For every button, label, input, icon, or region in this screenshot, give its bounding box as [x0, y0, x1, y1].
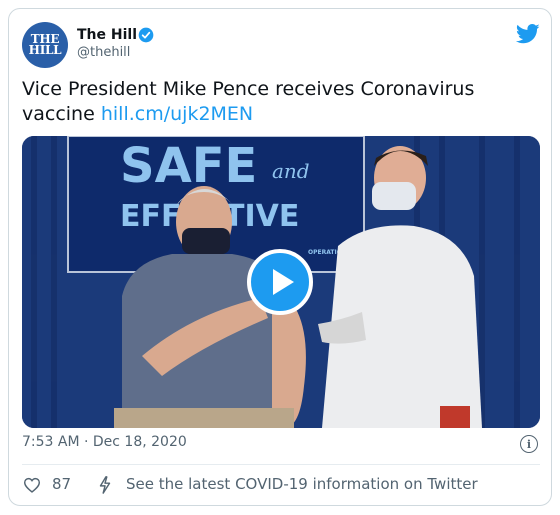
sign-text-and: and — [272, 159, 310, 183]
tweet-link[interactable]: hill.cm/ujk2MEN — [101, 103, 253, 125]
tweet-text: Vice President Mike Pence receives Coron… — [22, 77, 532, 127]
tweet-timestamp[interactable]: 7:53 AM · Dec 18, 2020 — [22, 434, 187, 450]
tweet-card[interactable]: THE HILL The Hill @thehill Vice Presiden… — [8, 8, 552, 506]
like-count[interactable]: 87 — [52, 475, 71, 493]
nurse-mask — [372, 182, 416, 210]
play-button[interactable] — [247, 249, 313, 315]
lightning-icon — [99, 476, 111, 494]
video-player[interactable]: SAFE and EFFECTIVE OPERATION WARP SPEED — [22, 136, 540, 428]
twitter-bird-icon[interactable] — [516, 24, 540, 44]
divider — [22, 464, 540, 465]
avatar-text-bottom: HILL — [28, 43, 62, 57]
account-handle[interactable]: @thehill — [77, 45, 130, 60]
verified-badge-icon — [138, 27, 154, 43]
patient-mask — [182, 228, 230, 254]
sign-text-safe: SAFE — [120, 138, 257, 194]
account-name[interactable]: The Hill — [77, 26, 137, 44]
info-icon[interactable]: i — [520, 435, 538, 453]
covid-info-link[interactable]: See the latest COVID-19 information on T… — [126, 475, 478, 493]
avatar[interactable]: THE HILL — [22, 22, 68, 68]
heart-icon[interactable] — [23, 477, 41, 493]
